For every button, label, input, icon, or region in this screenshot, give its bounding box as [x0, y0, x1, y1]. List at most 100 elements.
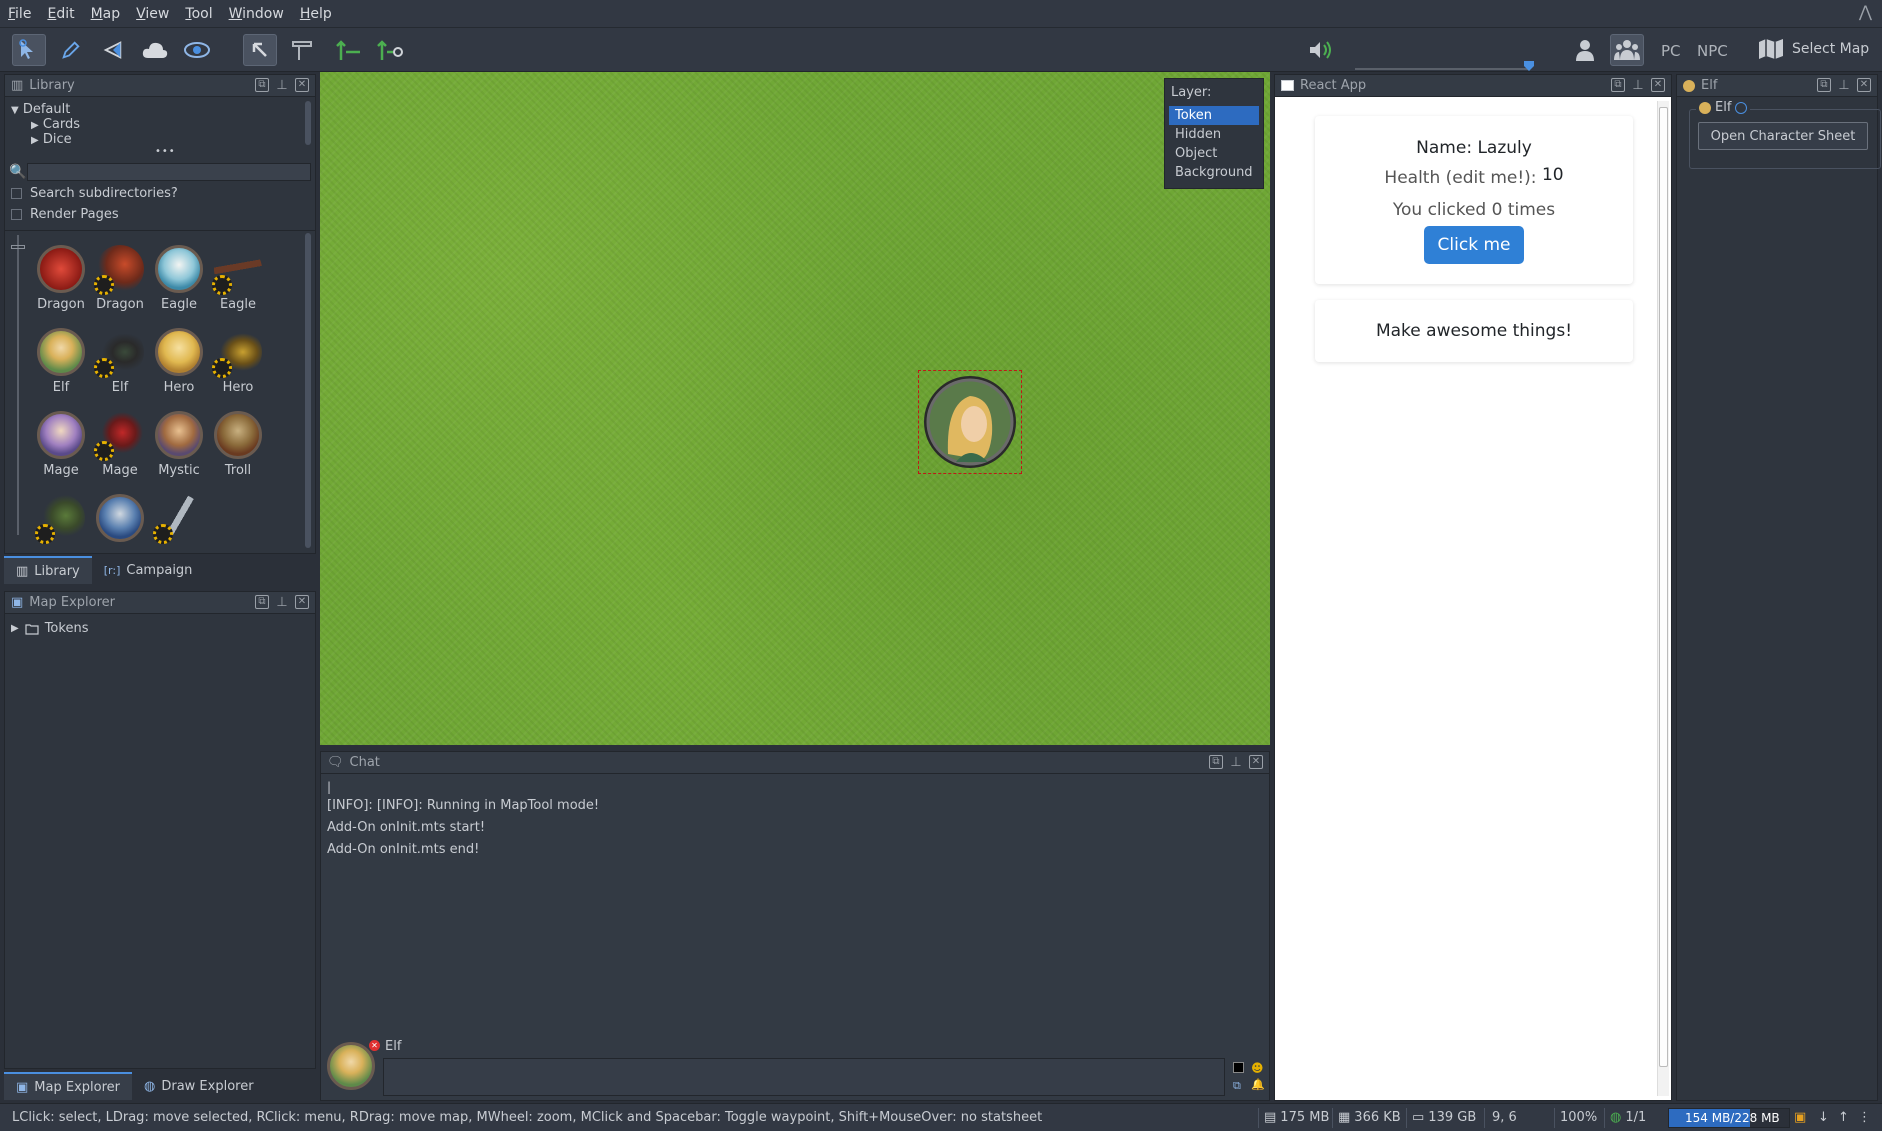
- library-item-dragon[interactable]: Dragon: [33, 245, 89, 312]
- resize-grip-icon[interactable]: ⋮: [1858, 1110, 1871, 1125]
- pin-icon[interactable]: ⊥: [1631, 78, 1645, 92]
- fog-tool-icon[interactable]: [138, 34, 172, 66]
- library-item-eagle[interactable]: Eagle: [210, 245, 266, 312]
- memory-usage: ▤ 175 MB: [1264, 1110, 1330, 1125]
- undock-icon[interactable]: ⧉: [1817, 78, 1831, 92]
- render-pages-option[interactable]: Render Pages: [11, 207, 119, 222]
- initiative-prev-icon[interactable]: [332, 34, 366, 66]
- window-maximize-icon[interactable]: ⋀: [1859, 2, 1872, 21]
- pin-icon[interactable]: ⊥: [1837, 78, 1851, 92]
- vision-tool-icon[interactable]: [180, 34, 214, 66]
- library-item-hero[interactable]: Hero: [210, 328, 266, 395]
- heap-usage-bar[interactable]: 154 MB/228 MB: [1668, 1108, 1790, 1128]
- pin-icon[interactable]: ⊥: [275, 595, 289, 609]
- tree-scrollbar[interactable]: [305, 101, 311, 145]
- library-item-elf[interactable]: Elf: [92, 328, 148, 395]
- search-subdirs-option[interactable]: Search subdirectories?: [11, 186, 178, 201]
- remove-impersonation-icon[interactable]: ✕: [369, 1040, 380, 1051]
- thumbnail-size-slider[interactable]: [11, 235, 25, 545]
- volume-icon[interactable]: [1304, 34, 1338, 66]
- tree-node-cards[interactable]: ▶ Cards: [11, 117, 309, 132]
- menu-edit[interactable]: Edit: [47, 6, 74, 22]
- close-icon[interactable]: ✕: [295, 595, 309, 609]
- gear-icon: [212, 275, 232, 295]
- bell-icon[interactable]: 🔔: [1251, 1078, 1265, 1091]
- text-color-swatch[interactable]: [1233, 1062, 1244, 1073]
- measure-tool-icon[interactable]: [285, 34, 319, 66]
- npc-filter-button[interactable]: NPC: [1697, 42, 1728, 60]
- layer-option-hidden[interactable]: Hidden: [1169, 125, 1259, 144]
- volume-slider[interactable]: [1355, 68, 1530, 70]
- menu-help[interactable]: Help: [300, 6, 332, 22]
- tab-library[interactable]: ▥ Library: [4, 556, 92, 584]
- server-status-icon[interactable]: ▣: [1794, 1110, 1806, 1125]
- slider-thumb[interactable]: [11, 245, 25, 249]
- library-item-elf[interactable]: Elf: [33, 328, 89, 395]
- tab-campaign[interactable]: [r:] Campaign: [92, 556, 205, 584]
- library-scrollbar[interactable]: [305, 233, 311, 548]
- tree-node-dice[interactable]: ▶ Dice: [11, 132, 309, 147]
- search-subdirs-checkbox[interactable]: [11, 188, 22, 199]
- menu-view[interactable]: View: [136, 6, 169, 22]
- undock-icon[interactable]: ⧉: [255, 595, 269, 609]
- library-search-input[interactable]: [27, 163, 311, 181]
- character-name: Name: Lazuly: [1416, 138, 1532, 158]
- gear-icon: [94, 358, 114, 378]
- open-character-sheet-button[interactable]: Open Character Sheet: [1698, 122, 1868, 150]
- memory-icon: ▤: [1264, 1110, 1277, 1125]
- click-me-button[interactable]: Click me: [1424, 226, 1524, 264]
- layer-option-token[interactable]: Token: [1169, 106, 1259, 125]
- menu-map[interactable]: Map: [91, 6, 121, 22]
- smiley-icon[interactable]: ☻: [1251, 1061, 1264, 1075]
- menu-tool[interactable]: Tool: [185, 6, 212, 22]
- undock-icon[interactable]: ⧉: [1209, 755, 1223, 769]
- undock-icon[interactable]: ⧉: [1611, 78, 1625, 92]
- library-item-mage[interactable]: Mage: [92, 411, 148, 478]
- pointer-tool-icon[interactable]: [12, 34, 46, 66]
- layer-option-object[interactable]: Object: [1169, 144, 1259, 163]
- select-arrow-icon[interactable]: [243, 34, 277, 66]
- menu-window[interactable]: Window: [229, 6, 284, 22]
- tab-draw-explorer[interactable]: ◍ Draw Explorer: [132, 1072, 266, 1100]
- library-item-mystic[interactable]: Mystic: [151, 411, 207, 478]
- map-canvas[interactable]: Layer: Token Hidden Object Background: [320, 72, 1270, 745]
- library-item[interactable]: [151, 494, 207, 544]
- close-icon[interactable]: ✕: [295, 78, 309, 92]
- speaker-avatar[interactable]: [327, 1042, 375, 1090]
- chat-notify-icon[interactable]: ⧉: [1233, 1079, 1241, 1093]
- draw-tool-icon[interactable]: [54, 34, 88, 66]
- library-item-mage[interactable]: Mage: [33, 411, 89, 478]
- library-item-hero[interactable]: Hero: [151, 328, 207, 395]
- chat-input[interactable]: [383, 1058, 1225, 1096]
- template-tool-icon[interactable]: [96, 34, 130, 66]
- tree-node-tokens[interactable]: ▶ Tokens: [11, 621, 88, 636]
- library-item-dragon[interactable]: Dragon: [92, 245, 148, 312]
- tab-map-explorer[interactable]: ▣ Map Explorer: [4, 1072, 132, 1100]
- initiative-next-icon[interactable]: [374, 34, 408, 66]
- health-value[interactable]: 10: [1542, 165, 1564, 185]
- library-item[interactable]: [33, 494, 89, 544]
- player-icon[interactable]: [1568, 34, 1602, 66]
- group-icon[interactable]: [1610, 34, 1644, 66]
- pin-icon[interactable]: ⊥: [1229, 755, 1243, 769]
- select-map-button[interactable]: Select Map: [1758, 38, 1869, 60]
- close-icon[interactable]: ✕: [1651, 78, 1665, 92]
- gear-icon: [94, 275, 114, 295]
- splitter-handle[interactable]: •••: [155, 146, 176, 157]
- token-info-icon[interactable]: [1735, 101, 1748, 114]
- menu-file[interactable]: File: [8, 6, 31, 22]
- library-item[interactable]: [92, 494, 148, 544]
- scrollbar-thumb[interactable]: [1659, 107, 1668, 1067]
- react-app-scrollbar[interactable]: [1657, 101, 1669, 1096]
- close-icon[interactable]: ✕: [1249, 755, 1263, 769]
- library-item-eagle[interactable]: Eagle: [151, 245, 207, 312]
- close-icon[interactable]: ✕: [1857, 78, 1871, 92]
- library-item-troll[interactable]: Troll: [210, 411, 266, 478]
- elf-token[interactable]: [918, 370, 1022, 474]
- render-pages-checkbox[interactable]: [11, 209, 22, 220]
- pc-filter-button[interactable]: PC: [1661, 42, 1681, 60]
- layer-option-background[interactable]: Background: [1169, 163, 1259, 182]
- undock-icon[interactable]: ⧉: [255, 78, 269, 92]
- tree-node-default[interactable]: ▼ Default: [11, 102, 309, 117]
- pin-icon[interactable]: ⊥: [275, 78, 289, 92]
